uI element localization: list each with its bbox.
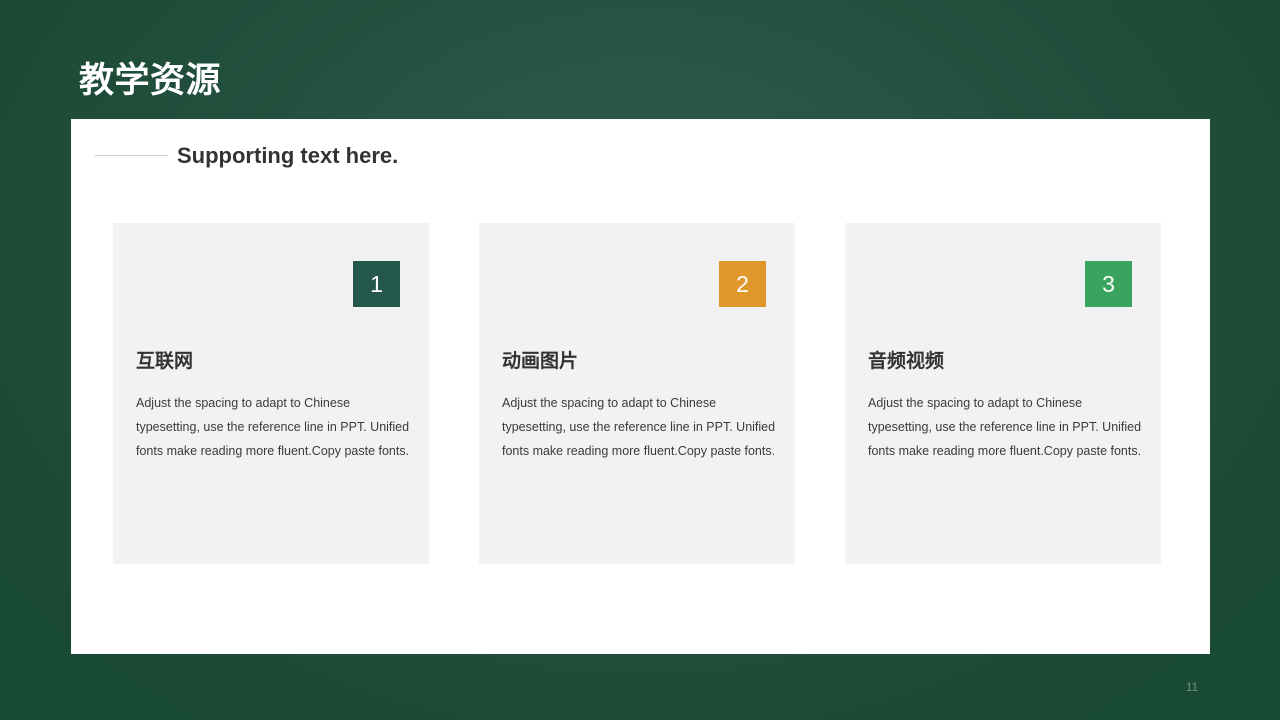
content-panel: Supporting text here. 1 互联网 Adjust the s…	[71, 119, 1210, 654]
card-description: Adjust the spacing to adapt to Chinese t…	[868, 396, 1142, 458]
page-title: 教学资源	[79, 61, 222, 101]
card-number-badge: 2	[719, 261, 766, 307]
subtitle: Supporting text here.	[177, 143, 399, 168]
card-heading: 动画图片	[502, 350, 579, 372]
page-number: 11	[1185, 680, 1199, 694]
card-description: Adjust the spacing to adapt to Chinese t…	[136, 396, 410, 458]
resource-card-audio-video: 3 音频视频 Adjust the spacing to adapt to Ch…	[845, 223, 1161, 564]
card-description: Adjust the spacing to adapt to Chinese t…	[502, 396, 776, 458]
resource-card-internet: 1 互联网 Adjust the spacing to adapt to Chi…	[113, 223, 429, 564]
card-number-badge: 3	[1085, 261, 1132, 307]
card-heading: 互联网	[136, 350, 194, 372]
resource-card-animation-images: 2 动画图片 Adjust the spacing to adapt to Ch…	[479, 223, 795, 564]
subtitle-divider	[95, 155, 168, 156]
card-heading: 音频视频	[868, 350, 945, 372]
card-number-badge: 1	[353, 261, 400, 307]
